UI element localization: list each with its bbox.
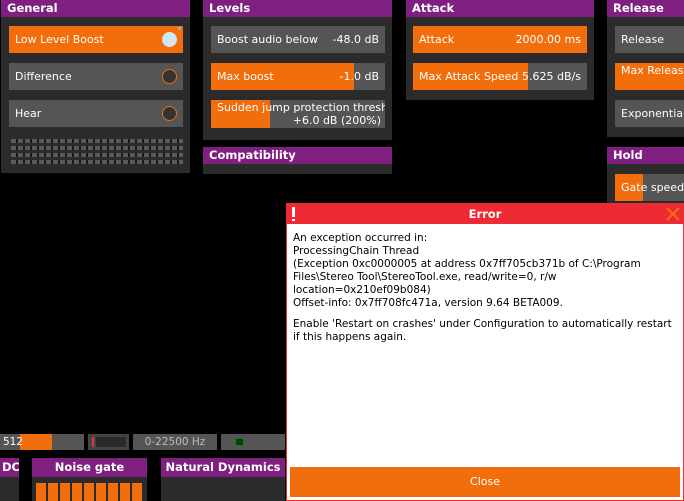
difference-label: Difference: [15, 70, 72, 83]
hear-label: Hear: [15, 107, 42, 120]
max-release-label: Max Release: [621, 64, 684, 77]
exponential-release-slider[interactable]: Exponential R: [615, 100, 684, 127]
attack-label: Attack: [419, 33, 455, 46]
low-level-boost-toggle[interactable]: Low Level Boost: [9, 26, 183, 53]
levels-title: Levels: [203, 0, 392, 17]
max-boost-value: -1.0 dB: [339, 70, 380, 83]
attack-title: Attack: [406, 0, 594, 17]
release-title: Release: [607, 0, 684, 17]
boost-audio-below-value: -48.0 dB: [332, 33, 380, 46]
noise-gate-title: Noise gate: [32, 458, 147, 477]
toggle-led-icon: [162, 69, 177, 84]
general-panel: General Low Level Boost Difference Hear: [1, 0, 190, 173]
boost-audio-below-slider[interactable]: Boost audio below -48.0 dB: [211, 26, 385, 53]
hear-toggle[interactable]: Hear: [9, 100, 183, 127]
level-meters: [11, 139, 183, 165]
max-attack-speed-label: Max Attack Speed: [419, 70, 519, 83]
general-title: General: [1, 0, 190, 17]
size-slider[interactable]: 512: [0, 434, 84, 450]
levels-panel: Levels Boost audio below -48.0 dB Max bo…: [203, 0, 392, 140]
noise-gate-meters: [36, 483, 142, 501]
meter-row: [11, 153, 183, 157]
jump-threshold-value: +6.0 dB (200%): [292, 114, 381, 127]
jump-threshold-slider[interactable]: Sudden jump protection threshold +6.0 dB…: [211, 100, 385, 128]
freq-range-field[interactable]: 0-22500 Hz: [133, 434, 217, 450]
meter-row: [11, 139, 183, 143]
error-dialog-titlebar: Error: [287, 204, 683, 224]
jump-threshold-label: Sudden jump protection threshold: [217, 101, 385, 114]
compatibility-title: Compatibility: [203, 147, 392, 164]
status-indicator: [221, 434, 285, 450]
natural-dynamics-panel: Natural Dynamics: [161, 458, 285, 501]
attack-slider[interactable]: Attack 2000.00 ms: [413, 26, 587, 53]
max-attack-speed-value: 5.625 dB/s: [522, 70, 581, 83]
dc-panel: DC: [0, 458, 19, 501]
dc-title: DC: [0, 458, 19, 477]
meter-row: [11, 160, 183, 164]
boost-audio-below-label: Boost audio below: [217, 33, 319, 46]
gate-speed-label: Gate speed: [621, 181, 684, 194]
noise-gate-panel: Noise gate: [32, 458, 147, 501]
toggle-led-icon: [162, 32, 177, 47]
attack-value: 2000.00 ms: [515, 33, 581, 46]
gate-speed-slider[interactable]: Gate speed: [615, 174, 684, 201]
hold-title: Hold: [607, 147, 684, 164]
meter-peak-icon: [92, 437, 94, 447]
close-button[interactable]: Close: [290, 467, 680, 497]
release-label: Release: [621, 33, 664, 46]
max-boost-slider[interactable]: Max boost -1.0 dB: [211, 63, 385, 90]
error-dialog: Error An exception occurred in: Processi…: [286, 203, 684, 501]
attack-panel: Attack Attack 2000.00 ms Max Attack Spee…: [406, 0, 594, 100]
release-slider[interactable]: Release: [615, 26, 684, 53]
size-value: 512: [3, 436, 24, 448]
low-level-boost-label: Low Level Boost: [15, 33, 104, 46]
green-led-icon: [235, 438, 244, 446]
meter-row: [11, 146, 183, 150]
size-fill: [20, 434, 52, 450]
error-message: An exception occurred in: ProcessingChai…: [293, 232, 677, 352]
hold-panel: Hold Gate speed: [607, 147, 684, 203]
max-release-slider[interactable]: Max Release: [615, 63, 684, 90]
corner-dot-icon: [178, 27, 181, 30]
toggle-led-icon: [162, 106, 177, 121]
difference-toggle[interactable]: Difference: [9, 63, 183, 90]
error-hint: Enable 'Restart on crashes' under Config…: [293, 318, 672, 343]
input-meter: [88, 434, 129, 450]
max-boost-label: Max boost: [217, 70, 274, 83]
compatibility-panel: Compatibility: [203, 147, 392, 174]
meter-bar: [96, 437, 126, 447]
error-details: An exception occurred in: ProcessingChai…: [293, 232, 641, 309]
exponential-release-label: Exponential R: [621, 107, 684, 120]
max-attack-speed-slider[interactable]: Max Attack Speed 5.625 dB/s: [413, 63, 587, 90]
close-icon[interactable]: [665, 206, 681, 222]
natural-dynamics-title: Natural Dynamics: [161, 458, 285, 477]
release-panel: Release Release Max Release Exponential …: [607, 0, 684, 137]
freq-range-value: 0-22500 Hz: [144, 436, 206, 448]
error-dialog-title: Error: [468, 207, 502, 221]
